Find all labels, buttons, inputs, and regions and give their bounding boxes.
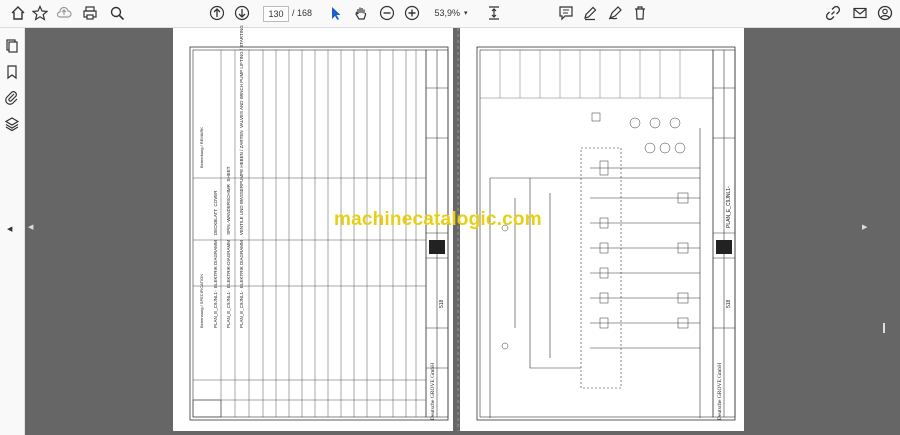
zoom-in-icon[interactable] (402, 3, 422, 23)
prev-page-icon[interactable] (207, 3, 227, 23)
main-toolbar: 130 / 168 53,9% ▾ (0, 0, 900, 28)
account-icon[interactable] (875, 3, 895, 23)
watermark-text: machinecatalogic.com (334, 209, 542, 230)
page-number-input[interactable]: 130 (263, 6, 289, 22)
sheet-number-right: 518 (726, 299, 732, 308)
bookmark-icon[interactable] (4, 64, 20, 80)
star-icon[interactable] (30, 3, 50, 23)
right-scroll-arrow-icon[interactable]: ▶ (862, 223, 867, 231)
upload-icon[interactable] (54, 3, 74, 23)
draw-icon[interactable] (605, 3, 625, 23)
pages-icon[interactable] (4, 38, 20, 54)
hand-tool-icon[interactable] (351, 3, 371, 23)
attachment-icon[interactable] (4, 90, 20, 106)
plan-id-right: PLAN_E_C9JNL1- (726, 186, 732, 228)
page-fit-icon[interactable] (484, 3, 504, 23)
select-cursor-icon[interactable] (326, 3, 346, 23)
header-specification: Benennung / SPECIFICATION (199, 273, 204, 328)
zoom-level-select[interactable]: 53,9% ▾ (430, 6, 472, 20)
link-icon[interactable] (823, 3, 843, 23)
left-sidebar: ◀ (0, 28, 25, 435)
comment-icon[interactable] (556, 3, 576, 23)
company-name-right: Deutsche GROVE GmbH (717, 362, 723, 420)
left-scroll-arrow-icon[interactable]: ◀ (28, 223, 33, 231)
header-note: Bemerkung / REMARK (199, 127, 204, 168)
vertical-scrollbar[interactable] (883, 323, 885, 333)
layers-icon[interactable] (4, 116, 20, 132)
zoom-search-icon[interactable] (107, 3, 127, 23)
chevron-down-icon: ▾ (464, 10, 468, 17)
next-page-icon[interactable] (232, 3, 252, 23)
pen-icon[interactable] (580, 3, 600, 23)
doc-row-2: PLAN_E_C9JNL1- ELEKTRIK-DIAGRAMM SPIN.-W… (226, 166, 231, 328)
sheet-number-left: 518 (439, 299, 445, 308)
zoom-out-icon[interactable] (377, 3, 397, 23)
doc-row-3: PLAN_E_C9JNL1- ELEKTRIK DIAGRAMM VENTILE… (239, 25, 244, 328)
doc-row-1: PLAN_E_C9JNL1- ELEKTRIK DIAGRAMM DECKBLA… (213, 190, 218, 328)
print-icon[interactable] (80, 3, 100, 23)
mail-icon[interactable] (850, 3, 870, 23)
page-total: / 168 (292, 8, 313, 18)
zoom-level-value: 53,9% (434, 8, 460, 18)
company-name-left: Deutsche GROVE GmbH (430, 362, 436, 420)
sidebar-expand-arrow-icon[interactable]: ◀ (7, 225, 12, 233)
delete-icon[interactable] (630, 3, 650, 23)
home-icon[interactable] (8, 3, 28, 23)
